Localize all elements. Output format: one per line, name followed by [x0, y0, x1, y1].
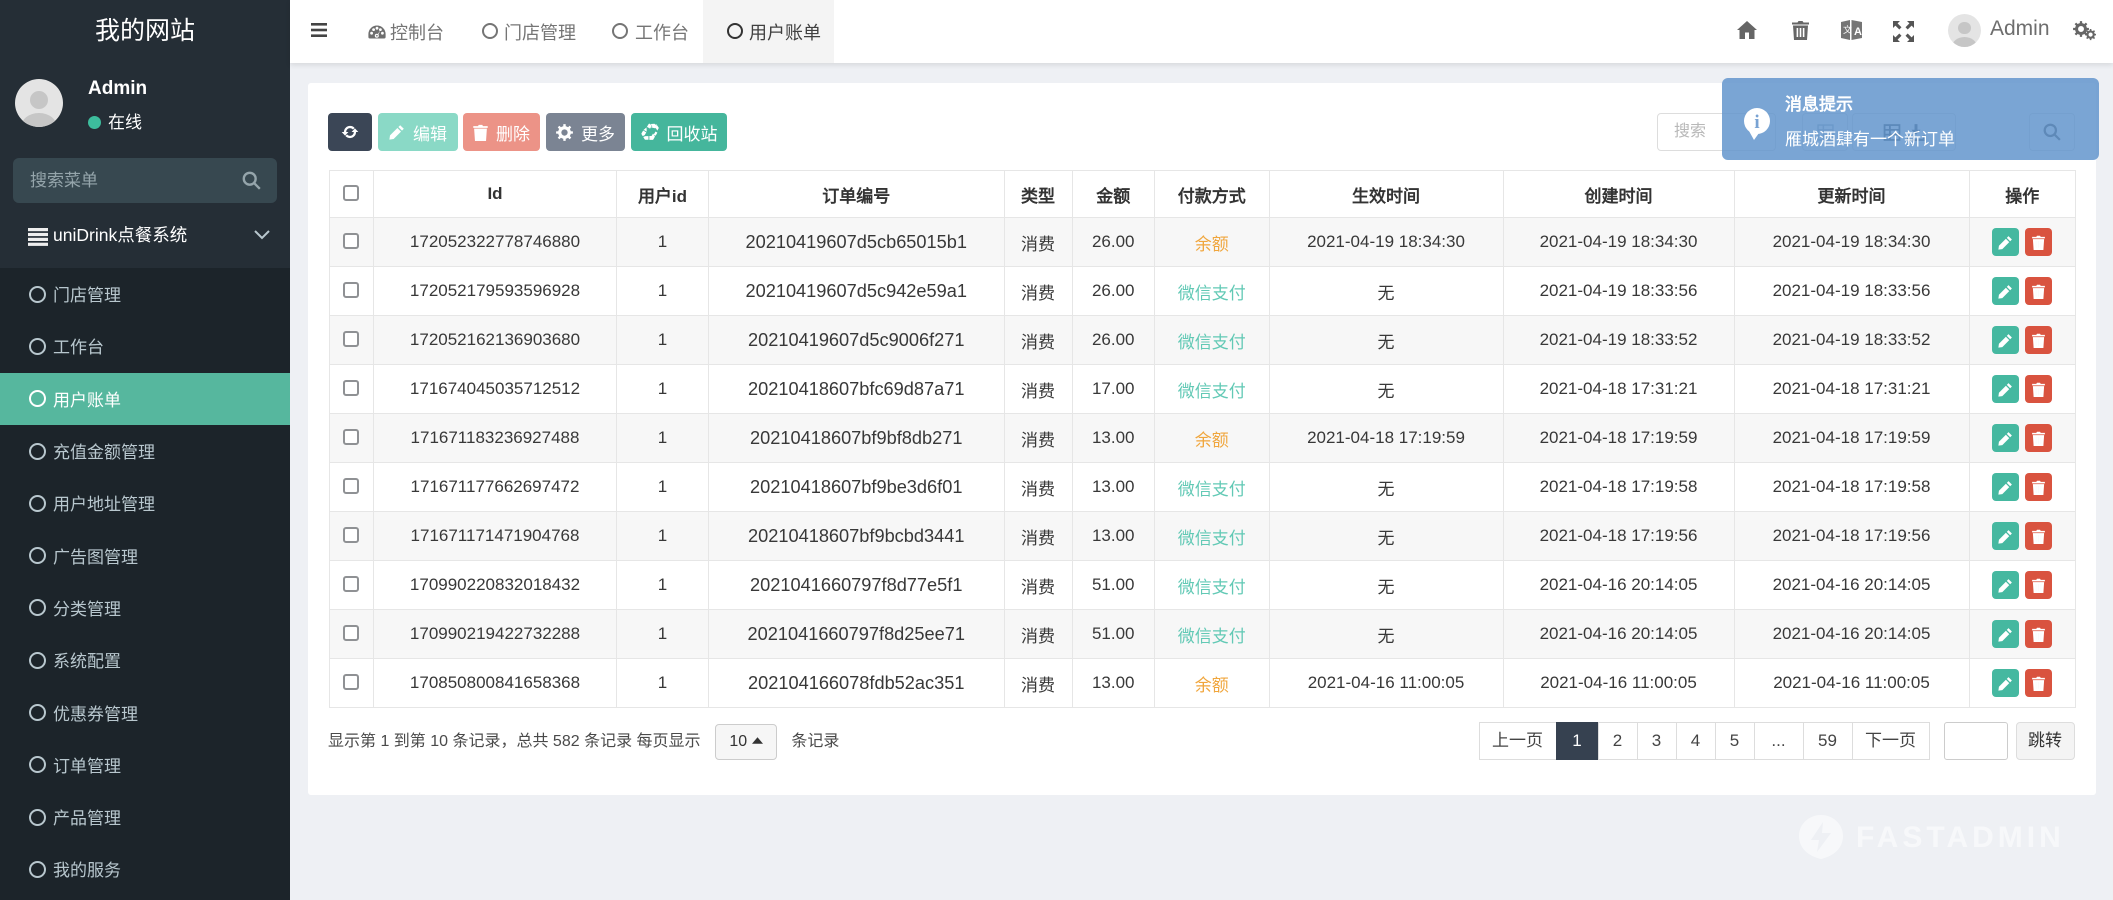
svg-text:文: 文	[1843, 24, 1852, 35]
svg-text:A: A	[1854, 26, 1862, 38]
svg-text:i: i	[1754, 112, 1759, 133]
